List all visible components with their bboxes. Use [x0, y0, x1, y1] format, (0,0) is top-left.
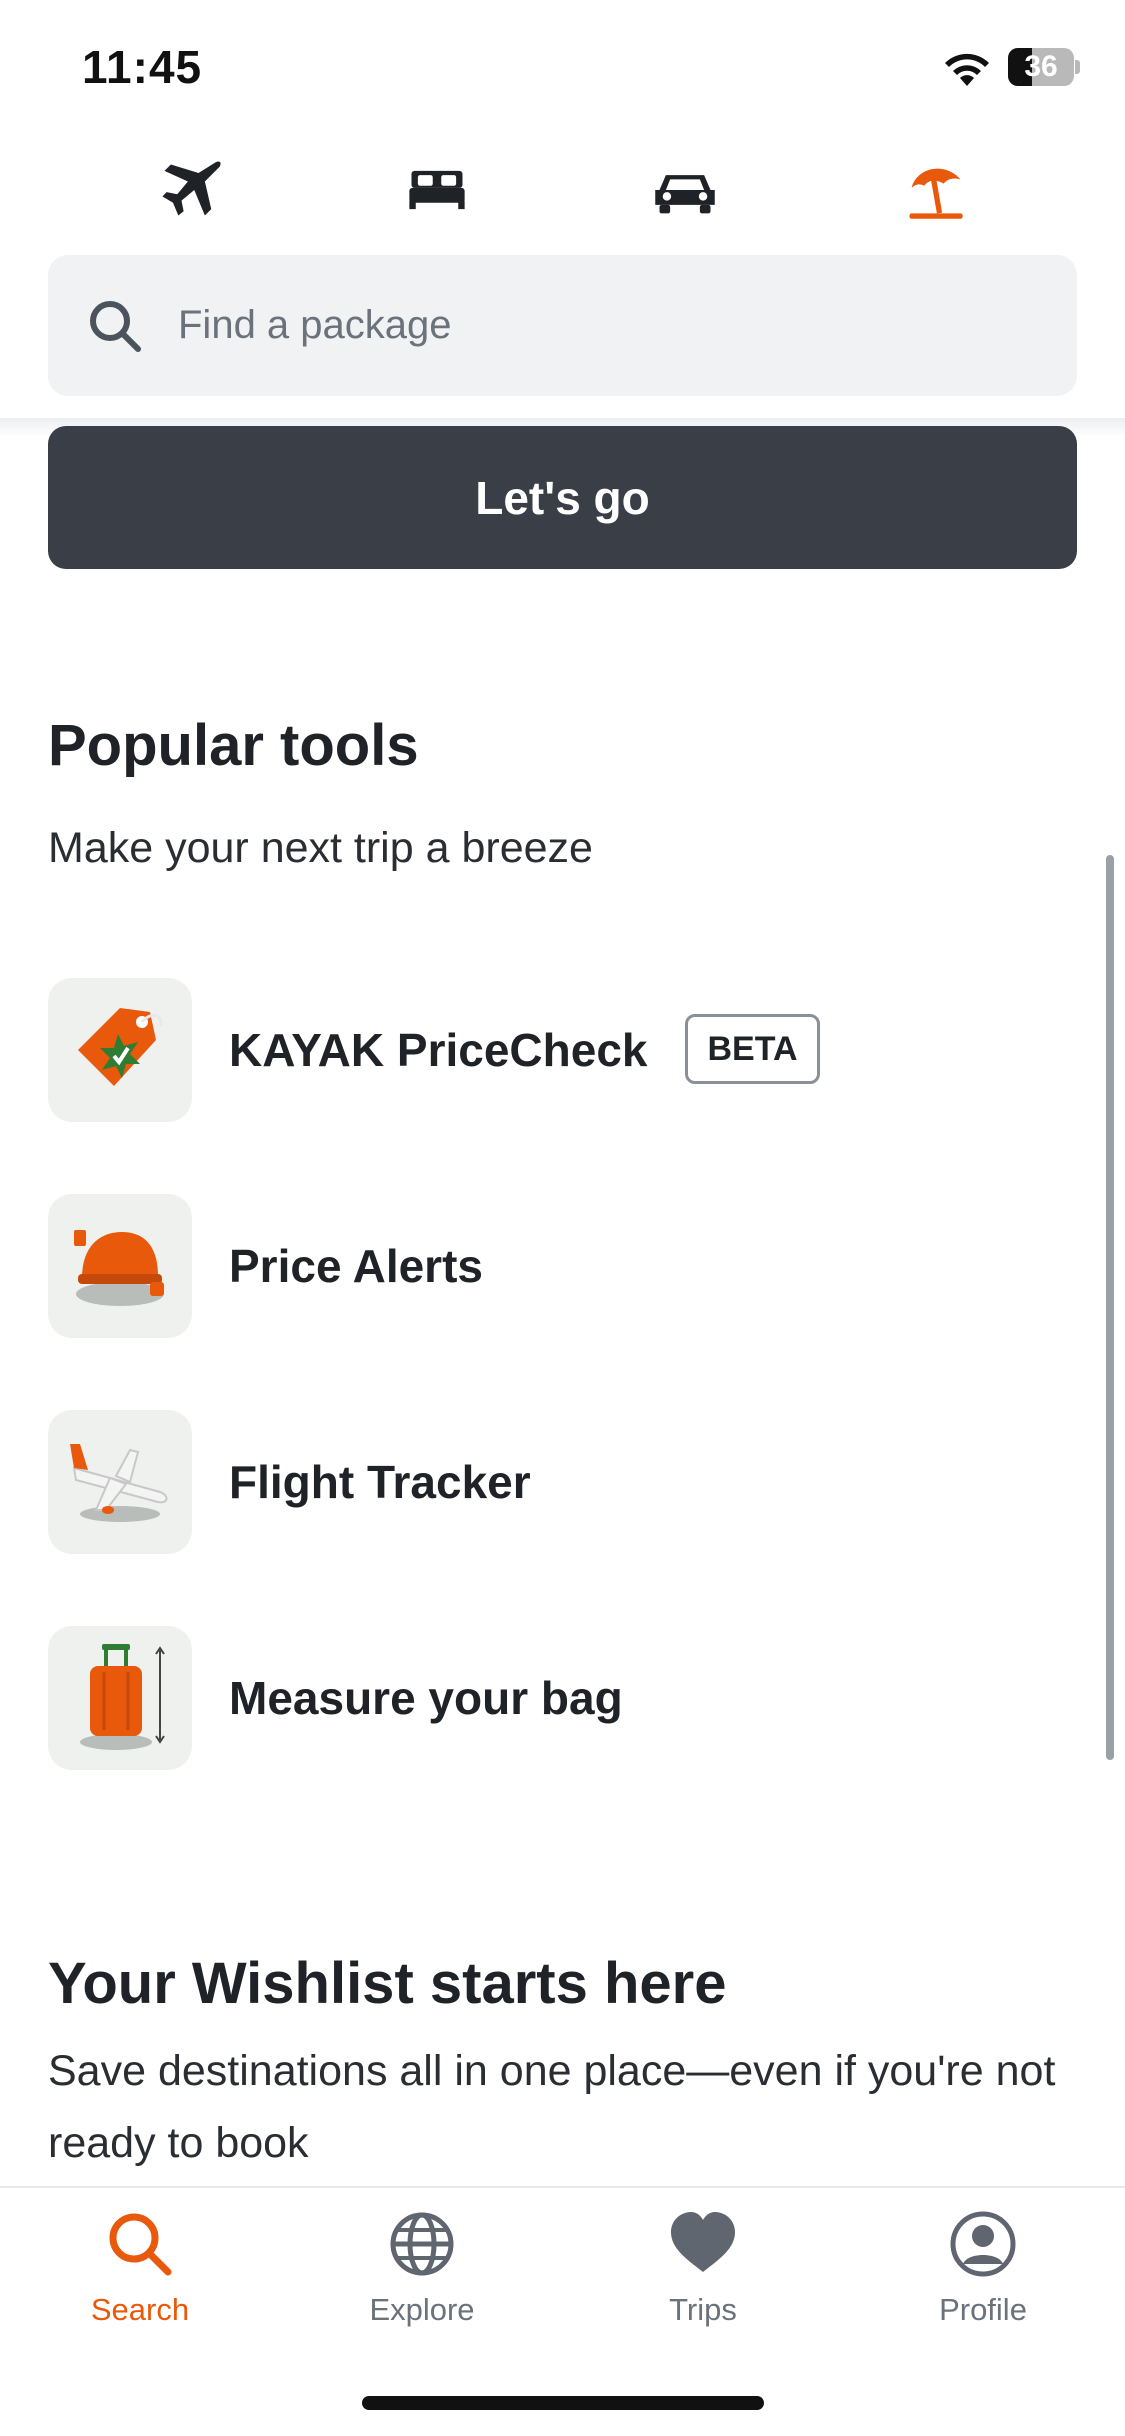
nav-search[interactable]: Search [40, 2208, 240, 2348]
tab-packages[interactable] [870, 150, 1000, 230]
price-tag-icon [78, 1008, 163, 1086]
nav-label: Profile [939, 2292, 1027, 2327]
wishlist-subtitle: Save destinations all in one place—even … [48, 2047, 1056, 2167]
heart-icon [671, 2212, 735, 2272]
nav-profile[interactable]: Profile [883, 2208, 1083, 2348]
alert-bell-icon [74, 1230, 164, 1306]
tool-label: Flight Tracker [229, 1456, 531, 1508]
tool-price-alerts[interactable]: Price Alerts [48, 1194, 1077, 1339]
airplane-tracker-icon [70, 1444, 168, 1522]
tab-cars[interactable] [620, 150, 750, 230]
battery-indicator: 36 [1008, 48, 1080, 86]
car-icon [655, 175, 715, 214]
globe-icon [390, 2212, 454, 2276]
tab-flights[interactable] [125, 150, 255, 230]
bed-icon [409, 170, 465, 210]
tool-flight-tracker[interactable]: Flight Tracker [48, 1410, 1077, 1555]
beta-badge: BETA [685, 1014, 820, 1084]
profile-icon [950, 2211, 1016, 2277]
nav-trips[interactable]: Trips [603, 2208, 803, 2348]
battery-percent: 36 [1024, 50, 1058, 83]
tool-label: KAYAK PriceCheck [229, 1024, 648, 1076]
tool-label: Price Alerts [229, 1240, 483, 1292]
popular-tools-title: Popular tools [48, 713, 419, 778]
scrollbar[interactable] [1106, 855, 1114, 1760]
price-alerts-thumb [48, 1194, 192, 1338]
lets-go-button[interactable]: Let's go [48, 426, 1077, 569]
home-indicator [362, 2396, 764, 2410]
flight-tracker-thumb [48, 1410, 192, 1554]
wishlist-title: Your Wishlist starts here [48, 1951, 727, 2016]
nav-explore[interactable]: Explore [322, 2208, 522, 2348]
wifi-icon [945, 53, 989, 86]
measure-bag-thumb [48, 1626, 192, 1770]
airplane-icon [162, 161, 221, 216]
suitcase-icon [80, 1644, 165, 1750]
nav-label: Explore [369, 2292, 475, 2327]
search-icon [90, 301, 141, 352]
nav-label: Trips [669, 2292, 737, 2327]
search-input[interactable] [178, 255, 1038, 396]
status-bar: 11:45 36 [0, 0, 1125, 130]
tool-measure-bag[interactable]: Measure your bag [48, 1626, 1077, 1771]
price-tag-thumb [48, 978, 192, 1122]
vertical-tabs [0, 140, 1125, 240]
beach-umbrella-icon [909, 168, 963, 219]
status-time: 11:45 [82, 41, 203, 93]
popular-tools-subtitle: Make your next trip a breeze [48, 824, 593, 872]
tab-stays[interactable] [372, 150, 502, 230]
search-box[interactable] [48, 255, 1077, 396]
tool-pricecheck[interactable]: KAYAK PriceCheck BETA [48, 978, 1077, 1123]
nav-label: Search [90, 2292, 190, 2327]
tool-label: Measure your bag [229, 1672, 623, 1724]
search-icon [109, 2213, 172, 2276]
